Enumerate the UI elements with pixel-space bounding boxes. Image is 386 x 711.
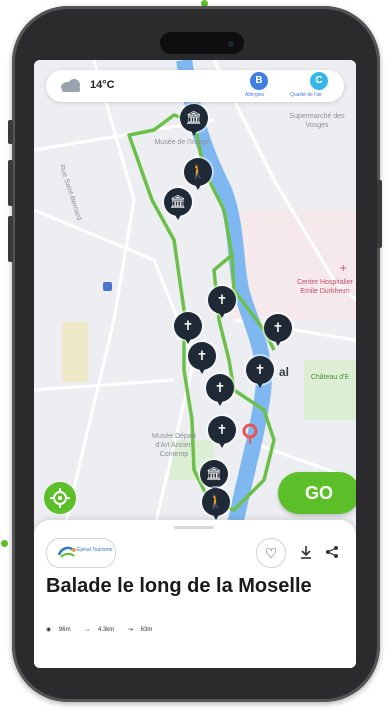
supermarket-label: Supermarché des Vosges [289, 113, 345, 129]
camera [228, 41, 234, 47]
share-icon [326, 546, 338, 558]
hospital-label: Centre Hospitalier Emile Durkheim [296, 279, 354, 295]
air-quality-badge[interactable]: C [310, 72, 328, 90]
go-button[interactable]: GO [278, 472, 356, 514]
map-view[interactable]: + Rue Saint-Bernard Musée de l'Image Sup… [34, 60, 356, 530]
allergies-label: Allergies [245, 92, 265, 98]
town-label: al [279, 365, 290, 379]
route-title: Balade le long de la Moselle [46, 575, 312, 597]
viewpoint-poi-icon[interactable]: ✝ [174, 312, 202, 344]
favorite-button[interactable]: ♡ [256, 538, 286, 568]
viewpoint-poi-icon[interactable]: ✝ [188, 342, 216, 374]
chateau-label: Château d'E [310, 374, 350, 381]
phone-side-button [8, 216, 13, 262]
tourism-logo-icon [57, 546, 76, 558]
elevation-gain-stat: ↝ 63m [128, 627, 158, 633]
elevation-gain-icon: ↝ [127, 627, 133, 633]
museum-poi-icon[interactable]: 🏛 [164, 188, 192, 220]
viewpoint-poi-icon[interactable]: ✝ [264, 314, 292, 346]
museum-image-label: Musée de l'Image [154, 139, 210, 146]
download-button[interactable] [296, 542, 316, 562]
decor-dot [1, 540, 8, 547]
drag-handle[interactable] [174, 526, 214, 529]
distance-value: 4.3km [97, 627, 115, 633]
viewpoint-poi-icon[interactable]: ✝ [208, 286, 236, 318]
phone-side-button [8, 160, 13, 206]
route-card: Épinal Tourisme ♡ Balade le long de la M… [34, 520, 356, 668]
elevation-max-value: 96m [58, 627, 71, 633]
locate-button[interactable] [44, 482, 76, 514]
distance-icon: ↔ [84, 627, 91, 633]
museum-art-label: Musée Départ d'Art Ancien Contemp [152, 433, 196, 458]
viewpoint-poi-icon[interactable]: ✝ [246, 356, 274, 388]
altitude-icon: ◉ [46, 627, 52, 633]
tourism-logo-text: Épinal Tourisme [77, 547, 113, 553]
allergies-badge[interactable]: B [250, 72, 268, 90]
air-quality-label: Qualité de l'air [290, 92, 322, 98]
svg-text:+: + [339, 263, 347, 274]
heart-icon: ♡ [264, 545, 278, 561]
viewpoint-poi-icon[interactable]: ✝ [206, 374, 234, 406]
hiker-poi-icon[interactable]: 🚶 [202, 488, 230, 520]
share-button[interactable] [322, 542, 342, 562]
elevation-max-stat: ◉ 96m [46, 627, 77, 633]
cloud-icon [61, 79, 80, 92]
phone-side-button [8, 120, 13, 144]
locate-icon [50, 488, 70, 508]
weather-bar: 14°C B Allergies C Qualité de l'air [46, 70, 344, 102]
museum-poi-icon[interactable]: 🏛 [180, 104, 208, 136]
download-icon [301, 546, 311, 559]
elevation-gain-value: 63m [140, 627, 153, 633]
viewpoint-poi-icon[interactable]: ✝ [208, 416, 236, 448]
distance-stat: ↔ 4.3km [84, 627, 120, 633]
phone-power-button [377, 180, 382, 248]
route-stats: ◉ 96m ↔ 4.3km ↝ 63m [46, 626, 164, 633]
museum-poi-icon[interactable]: 🏛 [200, 460, 228, 492]
temperature: 14°C [90, 79, 115, 91]
app-screen: + Rue Saint-Bernard Musée de l'Image Sup… [34, 60, 356, 668]
tourism-logo: Épinal Tourisme [46, 538, 116, 568]
hiker-poi-icon[interactable]: 🚶 [184, 158, 212, 190]
